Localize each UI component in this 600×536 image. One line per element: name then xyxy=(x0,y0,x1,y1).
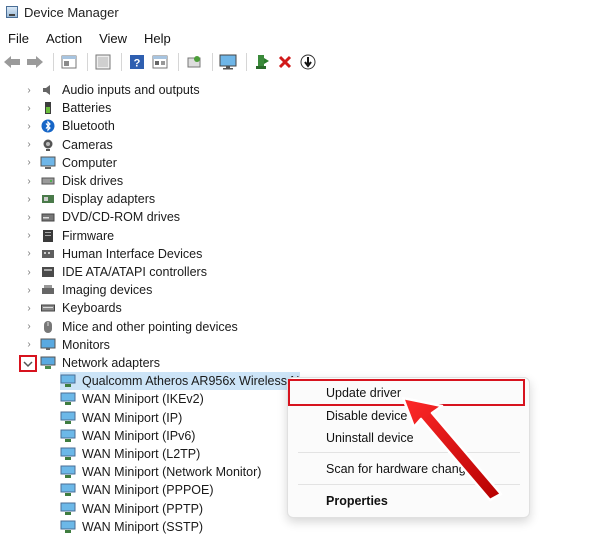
annotation-arrow xyxy=(401,396,503,502)
